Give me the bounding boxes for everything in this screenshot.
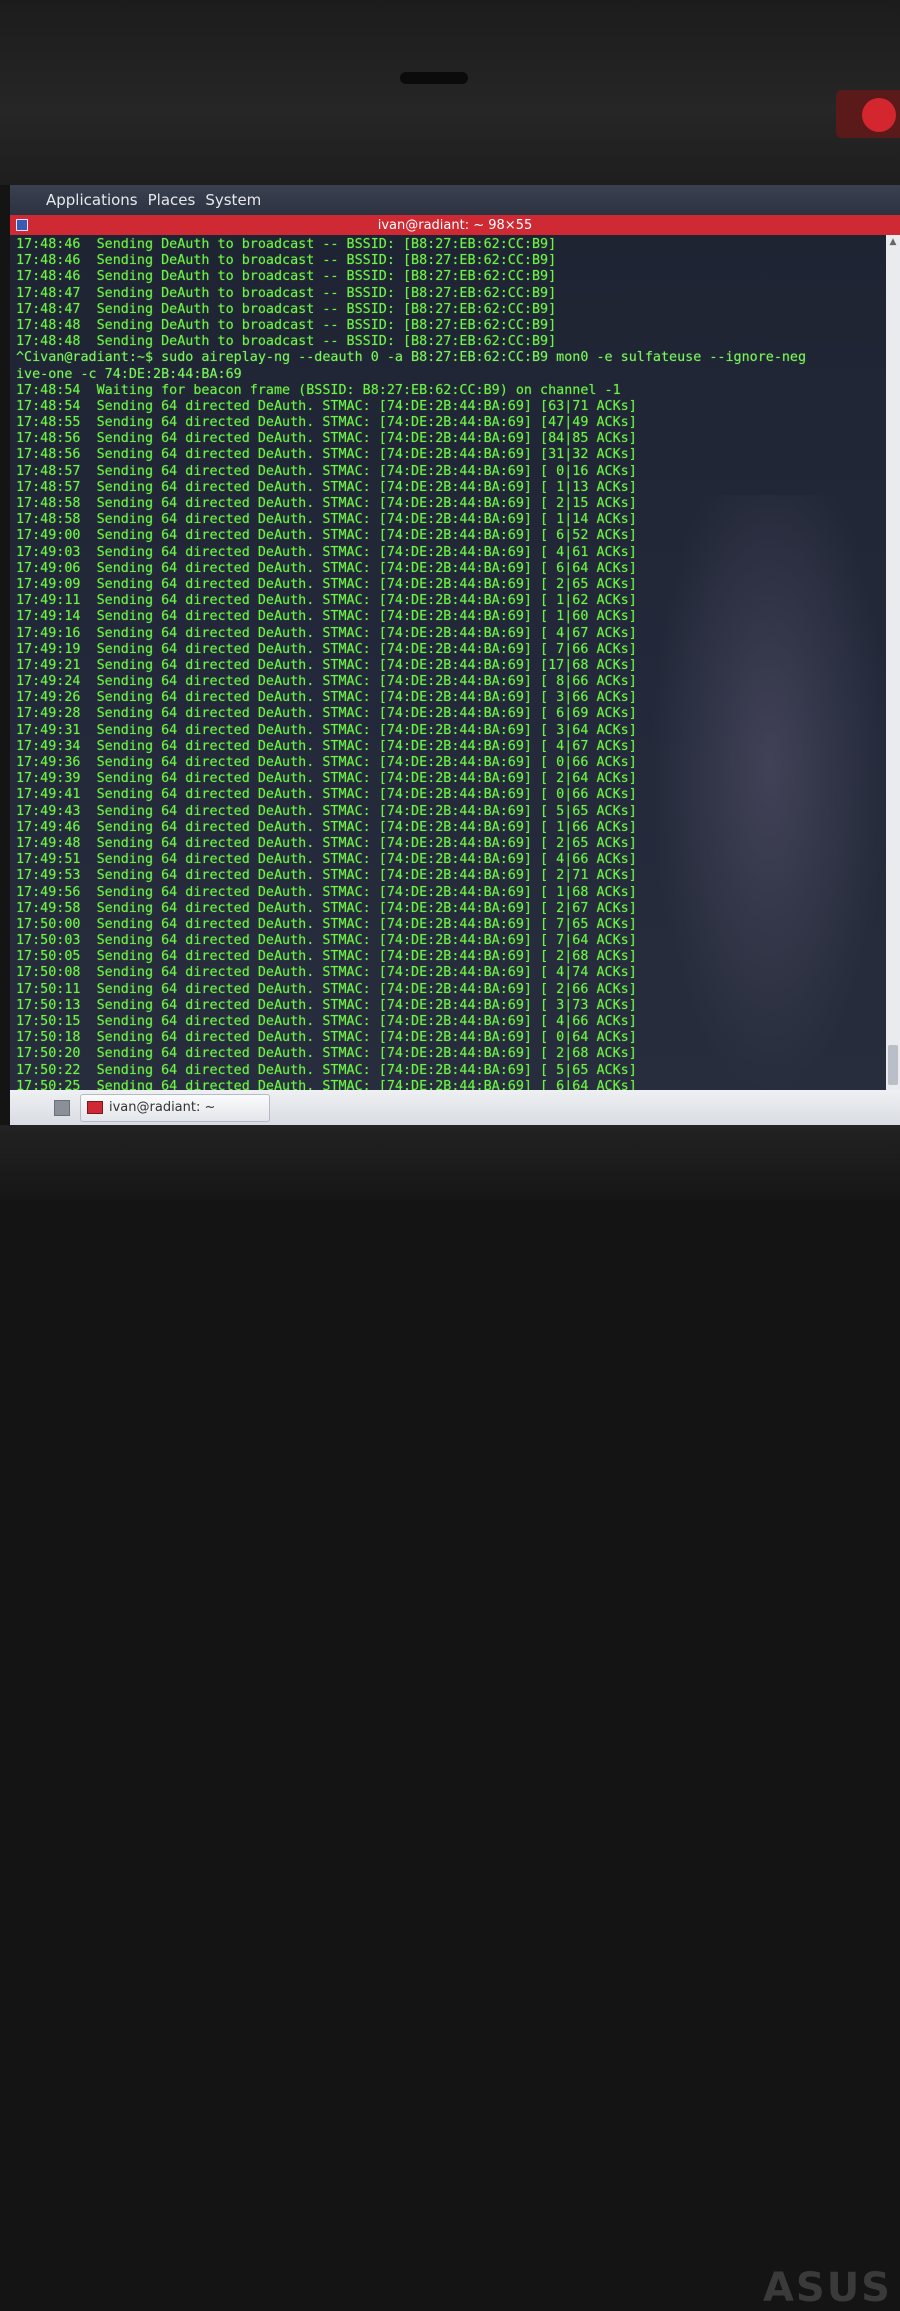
terminal-line: 17:49:34 Sending 64 directed DeAuth. STM…	[16, 738, 637, 754]
terminal-line: 17:49:56 Sending 64 directed DeAuth. STM…	[16, 884, 637, 900]
terminal-line: 17:49:28 Sending 64 directed DeAuth. STM…	[16, 706, 637, 722]
terminal-line: 17:48:57 Sending 64 directed DeAuth. STM…	[16, 463, 637, 479]
terminal-line: 17:49:09 Sending 64 directed DeAuth. STM…	[16, 576, 637, 592]
terminal-line: 17:48:47 Sending DeAuth to broadcast -- …	[16, 301, 557, 317]
taskbar-terminal-label: ivan@radiant: ~	[109, 1100, 216, 1115]
terminal-line: 17:48:58 Sending 64 directed DeAuth. STM…	[16, 496, 637, 511]
terminal-line: 17:49:46 Sending 64 directed DeAuth. STM…	[16, 819, 637, 835]
terminal-line: 17:49:16 Sending 64 directed DeAuth. STM…	[16, 625, 637, 641]
terminal-line: 17:50:20 Sending 64 directed DeAuth. STM…	[16, 1046, 637, 1062]
terminal-line: 17:48:56 Sending 64 directed DeAuth. STM…	[16, 431, 637, 447]
terminal-line: 17:49:03 Sending 64 directed DeAuth. STM…	[16, 544, 637, 560]
terminal-line: 17:50:03 Sending 64 directed DeAuth. STM…	[16, 933, 637, 949]
show-desktop-icon[interactable]	[54, 1099, 70, 1116]
terminal-line: 17:48:46 Sending DeAuth to broadcast -- …	[16, 237, 557, 252]
terminal-line: 17:49:58 Sending 64 directed DeAuth. STM…	[16, 900, 637, 916]
terminal-line: 17:50:22 Sending 64 directed DeAuth. STM…	[16, 1062, 637, 1078]
terminal-line: 17:48:54 Waiting for beacon frame (BSSID…	[16, 382, 621, 398]
terminal-line: 17:48:48 Sending DeAuth to broadcast -- …	[16, 317, 557, 333]
brand-logo: ASUS	[762, 2265, 892, 2311]
terminal-line: 17:48:46 Sending DeAuth to broadcast -- …	[16, 253, 557, 269]
terminal-line: ^Civan@radiant:~$ sudo aireplay-ng --dea…	[16, 350, 807, 366]
terminal-line: 17:49:00 Sending 64 directed DeAuth. STM…	[16, 528, 637, 544]
terminal-line: 17:48:46 Sending DeAuth to broadcast -- …	[16, 269, 557, 285]
terminal-line: 17:50:25 Sending 64 directed DeAuth. STM…	[16, 1078, 637, 1090]
terminal-scrollbar[interactable]: ▲	[886, 235, 900, 1090]
laptop-bezel-bottom: ASUS	[0, 1125, 900, 2311]
bottom-taskbar: ivan@radiant: ~	[10, 1090, 900, 1125]
terminal-output[interactable]: 17:48:46 Sending DeAuth to broadcast -- …	[10, 235, 886, 1090]
terminal-line: 17:49:24 Sending 64 directed DeAuth. STM…	[16, 674, 637, 690]
laptop-bezel-top	[0, 0, 900, 185]
terminal-line: 17:48:47 Sending DeAuth to broadcast -- …	[16, 285, 557, 301]
terminal-line: 17:49:43 Sending 64 directed DeAuth. STM…	[16, 803, 637, 819]
terminal-line: 17:49:39 Sending 64 directed DeAuth. STM…	[16, 771, 637, 787]
terminal-line: 17:49:53 Sending 64 directed DeAuth. STM…	[16, 868, 637, 884]
terminal-icon	[87, 1101, 103, 1114]
terminal-line: 17:48:54 Sending 64 directed DeAuth. STM…	[16, 398, 637, 414]
webcam	[400, 72, 468, 84]
scroll-thumb[interactable]	[888, 1045, 898, 1085]
terminal-line: 17:48:57 Sending 64 directed DeAuth. STM…	[16, 479, 637, 495]
terminal-line: 17:48:56 Sending 64 directed DeAuth. STM…	[16, 447, 637, 463]
terminal-window-icon[interactable]	[16, 219, 28, 231]
terminal-line: 17:48:48 Sending DeAuth to broadcast -- …	[16, 334, 557, 350]
terminal-line: 17:49:31 Sending 64 directed DeAuth. STM…	[16, 722, 637, 738]
terminal-line: 17:50:18 Sending 64 directed DeAuth. STM…	[16, 1030, 637, 1046]
terminal-line: 17:50:11 Sending 64 directed DeAuth. STM…	[16, 981, 637, 997]
terminal-line: 17:49:48 Sending 64 directed DeAuth. STM…	[16, 835, 637, 851]
terminal-line: 17:49:26 Sending 64 directed DeAuth. STM…	[16, 690, 637, 706]
top-panel: Applications Places System	[10, 185, 900, 215]
terminal-line: ive-one -c 74:DE:2B:44:BA:69	[16, 366, 242, 382]
terminal-line: 17:50:08 Sending 64 directed DeAuth. STM…	[16, 965, 637, 981]
terminal-line: 17:50:15 Sending 64 directed DeAuth. STM…	[16, 1014, 637, 1029]
terminal-line: 17:49:21 Sending 64 directed DeAuth. STM…	[16, 657, 637, 673]
screen: Applications Places System ivan@radiant:…	[10, 185, 900, 1125]
terminal-line: 17:48:58 Sending 64 directed DeAuth. STM…	[16, 512, 637, 528]
menu-system[interactable]: System	[205, 191, 261, 209]
scroll-up-arrow-icon[interactable]: ▲	[888, 237, 898, 247]
terminal-line: 17:50:00 Sending 64 directed DeAuth. STM…	[16, 916, 637, 932]
taskbar-terminal-button[interactable]: ivan@radiant: ~	[80, 1093, 270, 1122]
terminal-lines: 17:48:46 Sending DeAuth to broadcast -- …	[16, 237, 806, 1090]
terminal-line: 17:49:19 Sending 64 directed DeAuth. STM…	[16, 641, 637, 657]
terminal-line: 17:49:41 Sending 64 directed DeAuth. STM…	[16, 787, 637, 803]
terminal-title: ivan@radiant: ~ 98×55	[377, 217, 533, 233]
sticker-logo	[862, 98, 896, 132]
terminal-line: 17:49:36 Sending 64 directed DeAuth. STM…	[16, 755, 637, 770]
terminal-line: 17:49:11 Sending 64 directed DeAuth. STM…	[16, 593, 637, 609]
menu-places[interactable]: Places	[148, 191, 196, 209]
terminal-line: 17:50:13 Sending 64 directed DeAuth. STM…	[16, 997, 637, 1013]
terminal-line: 17:49:14 Sending 64 directed DeAuth. STM…	[16, 609, 637, 625]
terminal-line: 17:49:06 Sending 64 directed DeAuth. STM…	[16, 560, 637, 576]
terminal-line: 17:50:05 Sending 64 directed DeAuth. STM…	[16, 949, 637, 965]
terminal-line: 17:48:55 Sending 64 directed DeAuth. STM…	[16, 415, 637, 431]
menu-applications[interactable]: Applications	[46, 191, 138, 209]
terminal-line: 17:49:51 Sending 64 directed DeAuth. STM…	[16, 852, 637, 868]
terminal-titlebar[interactable]: ivan@radiant: ~ 98×55	[10, 215, 900, 235]
